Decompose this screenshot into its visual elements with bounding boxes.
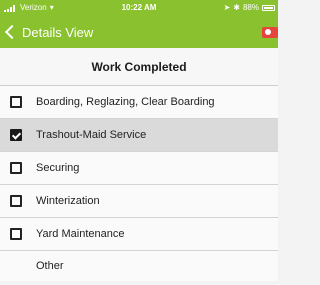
list-item[interactable]: Other bbox=[0, 251, 278, 281]
list-item[interactable]: Winterization bbox=[0, 185, 278, 218]
nav-bar: Details View bbox=[0, 16, 278, 48]
checkbox-checked[interactable] bbox=[10, 129, 22, 141]
list-item-label: Other bbox=[36, 260, 64, 272]
camera-lens bbox=[265, 29, 271, 35]
list-item[interactable]: Trashout-Maid Service bbox=[0, 119, 278, 152]
checkbox[interactable] bbox=[10, 162, 22, 174]
back-button[interactable]: Details View bbox=[3, 22, 93, 42]
location-icon: ➤ bbox=[223, 3, 231, 12]
list-item-label: Trashout-Maid Service bbox=[36, 129, 147, 141]
list-item-label: Winterization bbox=[36, 195, 100, 207]
bluetooth-icon: ✱ bbox=[233, 3, 240, 12]
checkbox[interactable] bbox=[10, 195, 22, 207]
list-item-label: Yard Maintenance bbox=[36, 228, 125, 240]
list-item-label: Securing bbox=[36, 162, 80, 174]
checkbox[interactable] bbox=[10, 96, 22, 108]
list-item[interactable]: Yard Maintenance bbox=[0, 218, 278, 251]
app-header: Verizon ▾ 10:22 AM ➤ ✱ 88% Details View bbox=[0, 0, 278, 48]
battery-icon bbox=[262, 5, 275, 11]
checkbox[interactable] bbox=[10, 228, 22, 240]
status-bar: Verizon ▾ 10:22 AM ➤ ✱ 88% bbox=[0, 0, 278, 16]
section-title: Work Completed bbox=[0, 48, 278, 86]
battery-percent: 88% bbox=[242, 3, 259, 12]
status-right: ➤ ✱ 88% bbox=[224, 0, 275, 16]
work-completed-list: Boarding, Reglazing, Clear Boarding Tras… bbox=[0, 86, 278, 281]
back-label: Details View bbox=[22, 24, 94, 40]
chevron-left-icon bbox=[4, 24, 20, 40]
camera-button[interactable] bbox=[258, 24, 278, 40]
list-item-label: Boarding, Reglazing, Clear Boarding bbox=[36, 96, 215, 108]
list-item[interactable]: Securing bbox=[0, 152, 278, 185]
list-item[interactable]: Boarding, Reglazing, Clear Boarding bbox=[0, 86, 278, 119]
